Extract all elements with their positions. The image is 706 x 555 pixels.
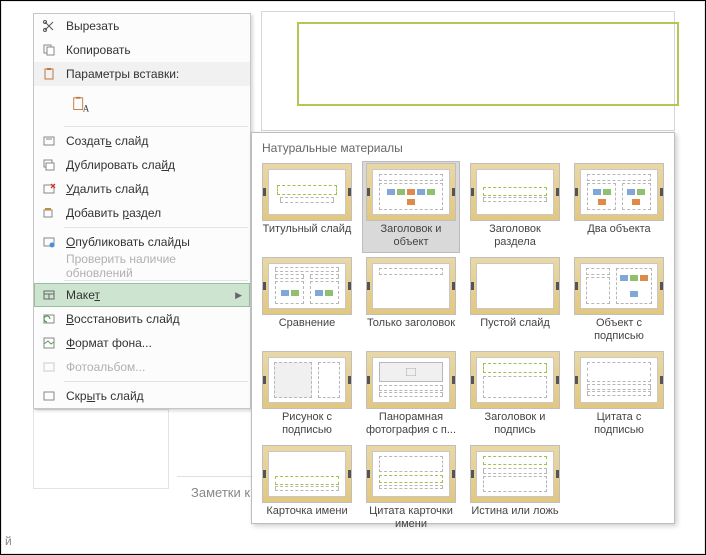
- copy-icon: [40, 41, 58, 59]
- submenu-arrow-icon: ▶: [235, 290, 242, 301]
- menu-copy-label: Копировать: [66, 43, 131, 57]
- layout-comparison[interactable]: Сравнение: [258, 255, 356, 347]
- layout-true-or-false[interactable]: Истина или ложь: [466, 443, 564, 535]
- menu-photo-album-label: Фотоальбом...: [66, 360, 145, 374]
- paste-options-row: A: [34, 86, 250, 124]
- scissors-icon: [40, 17, 58, 35]
- menu-restore-slide-label: Восстановить слайд: [66, 312, 180, 326]
- blank-icon: [40, 257, 58, 275]
- menu-copy[interactable]: Копировать: [34, 38, 250, 62]
- menu-cut-label: Вырезать: [66, 19, 119, 33]
- menu-publish-slides[interactable]: Опубликовать слайды: [34, 230, 250, 254]
- layout-name-card[interactable]: Карточка имени: [258, 443, 356, 535]
- menu-layout[interactable]: Макет ▶: [34, 283, 250, 307]
- menu-hide-slide-label: Скрыть слайд: [66, 389, 144, 403]
- menu-format-background-label: Формат фона...: [66, 336, 152, 350]
- layout-icon: [40, 286, 58, 304]
- new-slide-icon: [40, 132, 58, 150]
- clipboard-icon: [40, 65, 58, 83]
- menu-cut[interactable]: Вырезать: [34, 14, 250, 38]
- menu-photo-album: Фотоальбом...: [34, 355, 250, 379]
- layout-section-header[interactable]: Заголовок раздела: [466, 161, 564, 253]
- hide-slide-icon: [40, 387, 58, 405]
- menu-hide-slide[interactable]: Скрыть слайд: [34, 384, 250, 408]
- slide-thumbnail-pane[interactable]: [33, 409, 169, 489]
- layout-quote-with-caption[interactable]: Цитата с подписью: [570, 349, 668, 441]
- svg-text:A: A: [83, 103, 89, 113]
- layout-two-content[interactable]: Два объекта: [570, 161, 668, 253]
- context-menu: Вырезать Копировать Параметры вставки: A: [33, 13, 251, 409]
- menu-duplicate-slide-label: Дублировать слайд: [66, 158, 175, 172]
- layout-grid: Титульный слайд Заголовок и объект Загол…: [258, 161, 668, 535]
- menu-duplicate-slide[interactable]: Дублировать слайд: [34, 153, 250, 177]
- menu-delete-slide[interactable]: Удалить слайд: [34, 177, 250, 201]
- layout-panoramic-picture[interactable]: Панорамная фотография с п...: [362, 349, 460, 441]
- layout-title-and-content[interactable]: Заголовок и объект: [362, 161, 460, 253]
- add-section-icon: [40, 204, 58, 222]
- layout-gallery-flyout: Натуральные материалы Титульный слайд За…: [251, 132, 675, 524]
- layout-title-and-caption[interactable]: Заголовок и подпись: [466, 349, 564, 441]
- delete-slide-icon: [40, 180, 58, 198]
- photo-album-icon: [40, 358, 58, 376]
- menu-publish-slides-label: Опубликовать слайды: [66, 235, 190, 249]
- layout-blank[interactable]: Пустой слайд: [466, 255, 564, 347]
- menu-new-slide-label: Создать слайд: [66, 134, 148, 148]
- menu-layout-label: Макет: [66, 288, 100, 302]
- menu-check-updates-label: Проверить наличие обновлений: [66, 252, 242, 280]
- menu-restore-slide[interactable]: Восстановить слайд: [34, 307, 250, 331]
- clipboard-a-icon: A: [71, 96, 89, 114]
- duplicate-slide-icon: [40, 156, 58, 174]
- slide-canvas: [261, 11, 675, 131]
- menu-new-slide[interactable]: Создать слайд: [34, 129, 250, 153]
- publish-icon: [40, 233, 58, 251]
- menu-delete-slide-label: Удалить слайд: [66, 182, 149, 196]
- menu-paste-options-header: Параметры вставки:: [34, 62, 250, 86]
- layout-content-with-caption[interactable]: Объект с подписью: [570, 255, 668, 347]
- layout-title-slide[interactable]: Титульный слайд: [258, 161, 356, 253]
- statusbar-fragment: й: [5, 534, 12, 548]
- layout-quote-name-card[interactable]: Цитата карточки имени: [362, 443, 460, 535]
- paste-keep-formatting-button[interactable]: A: [66, 91, 94, 119]
- layout-title-only[interactable]: Только заголовок: [362, 255, 460, 347]
- menu-paste-options-label: Параметры вставки:: [66, 67, 179, 81]
- layout-gallery-title: Натуральные материалы: [258, 137, 668, 161]
- format-bg-icon: [40, 334, 58, 352]
- menu-check-updates: Проверить наличие обновлений: [34, 254, 250, 278]
- menu-add-section[interactable]: Добавить раздел: [34, 201, 250, 225]
- layout-picture-with-caption[interactable]: Рисунок с подписью: [258, 349, 356, 441]
- restore-icon: [40, 310, 58, 328]
- menu-add-section-label: Добавить раздел: [66, 206, 161, 220]
- menu-format-background[interactable]: Формат фона...: [34, 331, 250, 355]
